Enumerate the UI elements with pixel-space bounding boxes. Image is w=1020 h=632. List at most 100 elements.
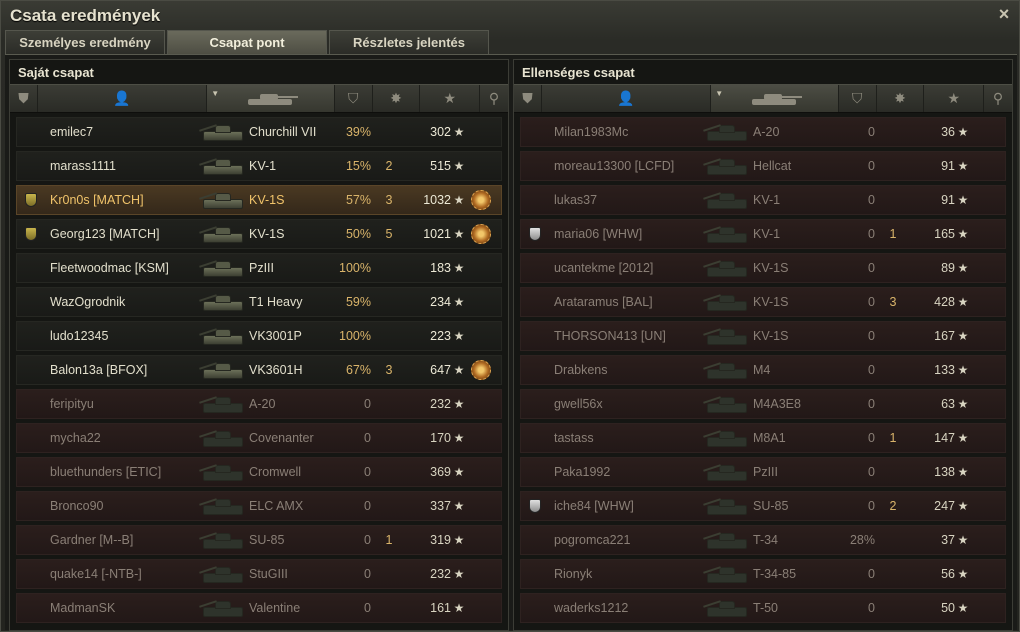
star-icon: ★ (957, 295, 969, 309)
team-panels: Saját csapat ⛊ 👤 ▼ ⛉ ✸ ★ ⚲ emilec7 Church… (5, 54, 1017, 631)
survival-value: 0 (364, 533, 371, 547)
player-row[interactable]: Balon13a [BFOX] VK3601H 67% 3 647 ★ (16, 355, 502, 385)
tank-name: KV-1 (753, 193, 781, 207)
xp-value: 56 (941, 567, 955, 581)
player-row[interactable]: Kr0n0s [MATCH] KV-1S 57% 3 1032 ★ (16, 185, 502, 215)
survival-column-header[interactable]: ⛉ (839, 85, 877, 112)
player-row[interactable]: ludo12345 VK3001P 100% 223 ★ (16, 321, 502, 351)
tank-name: VK3001P (249, 329, 302, 343)
player-row[interactable]: MadmanSK Valentine 0 161 ★ (16, 593, 502, 623)
player-row[interactable]: maria06 [WHW] KV-1 0 1 165 ★ (520, 219, 1006, 249)
player-row[interactable]: feripityu A-20 0 232 ★ (16, 389, 502, 419)
player-row[interactable]: Arataramus [BAL] KV-1S 0 3 428 ★ (520, 287, 1006, 317)
player-row[interactable]: bluethunders [ETIC] Cromwell 0 369 ★ (16, 457, 502, 487)
player-row[interactable]: tastass M8A1 0 1 147 ★ (520, 423, 1006, 453)
tank-image (697, 491, 751, 521)
player-column-header[interactable]: 👤 (38, 85, 208, 112)
survival-value: 0 (868, 601, 875, 615)
xp-value: 1032 (423, 193, 451, 207)
survival-value: 0 (868, 295, 875, 309)
medal-award-icon[interactable] (471, 224, 491, 244)
player-row[interactable]: Fleetwoodmac [KSM] PzIII 100% 183 ★ (16, 253, 502, 283)
player-row[interactable]: gwell56x M4A3E8 0 63 ★ (520, 389, 1006, 419)
medal-award-icon[interactable] (471, 190, 491, 210)
star-icon: ★ (957, 363, 969, 377)
player-row[interactable]: WazOgrodnik T1 Heavy 59% 234 ★ (16, 287, 502, 317)
player-row[interactable]: moreau13300 [LCFD] Hellcat 0 91 ★ (520, 151, 1006, 181)
player-row[interactable]: ucantekme [2012] KV-1S 0 89 ★ (520, 253, 1006, 283)
xp-column-header[interactable]: ★ (420, 85, 481, 112)
star-icon: ★ (453, 261, 465, 275)
player-row[interactable]: Gardner [M--B] SU-85 0 1 319 ★ (16, 525, 502, 555)
xp-value: 337 (430, 499, 451, 513)
player-name: Paka1992 (554, 465, 611, 479)
tank-icon (199, 565, 247, 585)
star-icon: ★ (453, 397, 465, 411)
medal-column-header[interactable]: ⛊ (10, 85, 38, 112)
player-row[interactable]: mycha22 Covenanter 0 170 ★ (16, 423, 502, 453)
player-row[interactable]: Bronco90 ELC AMX 0 337 ★ (16, 491, 502, 521)
star-icon: ★ (957, 397, 969, 411)
survival-value: 0 (868, 431, 875, 445)
player-name: Arataramus [BAL] (554, 295, 653, 309)
player-row[interactable]: quake14 [-NTB-] StuGIII 0 232 ★ (16, 559, 502, 589)
player-row[interactable]: Milan1983Mc A-20 0 36 ★ (520, 117, 1006, 147)
tank-column-header[interactable]: ▼ (711, 85, 839, 112)
player-name: Kr0n0s [MATCH] (50, 193, 144, 207)
tank-icon (199, 463, 247, 483)
player-row[interactable]: marass1111 KV-1 15% 2 515 ★ (16, 151, 502, 181)
star-icon: ★ (957, 533, 969, 547)
player-row[interactable]: waderks1212 T-50 0 50 ★ (520, 593, 1006, 623)
tab-team-score[interactable]: Csapat pont (167, 30, 327, 54)
tank-name: ELC AMX (249, 499, 304, 513)
player-row[interactable]: iche84 [WHW] SU-85 0 2 247 ★ (520, 491, 1006, 521)
tab-personal-result[interactable]: Személyes eredmény (5, 30, 165, 54)
tank-image (697, 389, 751, 419)
survival-value: 15% (345, 159, 371, 173)
xp-value: 89 (941, 261, 955, 275)
player-name: tastass (554, 431, 594, 445)
tank-icon (199, 531, 247, 551)
medal-award-icon[interactable] (471, 360, 491, 380)
tab-bar: Személyes eredmény Csapat pont Részletes… (5, 30, 491, 54)
kills-column-header[interactable]: ✸ (373, 85, 421, 112)
xp-column-header[interactable]: ★ (924, 85, 985, 112)
player-row[interactable]: Paka1992 PzIII 0 138 ★ (520, 457, 1006, 487)
tank-icon (199, 225, 247, 245)
close-icon[interactable]: × (995, 5, 1013, 23)
star-icon: ★ (453, 499, 465, 513)
survival-value: 59% (345, 295, 371, 309)
player-row[interactable]: Drabkens M4 0 133 ★ (520, 355, 1006, 385)
platoon-shield-icon (25, 227, 37, 241)
tab-detailed-report[interactable]: Részletes jelentés (329, 30, 489, 54)
survival-value: 0 (364, 499, 371, 513)
tank-image (193, 253, 247, 283)
tank-image (697, 559, 751, 589)
medal-column-header[interactable]: ⛊ (514, 85, 542, 112)
xp-value: 37 (941, 533, 955, 547)
player-row[interactable]: Rionyk T-34-85 0 56 ★ (520, 559, 1006, 589)
tank-image (193, 491, 247, 521)
tank-icon (703, 225, 751, 245)
player-row[interactable]: lukas37 KV-1 0 91 ★ (520, 185, 1006, 215)
kills-value: 1 (385, 533, 393, 547)
player-name: Georg123 [MATCH] (50, 227, 160, 241)
tank-icon (703, 191, 751, 211)
award-column-header[interactable]: ⚲ (480, 85, 508, 112)
survival-column-header[interactable]: ⛉ (335, 85, 373, 112)
tank-image (697, 117, 751, 147)
kills-column-header[interactable]: ✸ (877, 85, 925, 112)
player-row[interactable]: emilec7 Churchill VII 39% 302 ★ (16, 117, 502, 147)
player-column-header[interactable]: 👤 (542, 85, 712, 112)
player-row[interactable]: pogromca221 T-34 28% 37 ★ (520, 525, 1006, 555)
award-column-header[interactable]: ⚲ (984, 85, 1012, 112)
tank-image (697, 423, 751, 453)
tank-column-header[interactable]: ▼ (207, 85, 335, 112)
xp-value: 647 (430, 363, 451, 377)
tank-icon (703, 463, 751, 483)
player-name: mycha22 (50, 431, 101, 445)
player-row[interactable]: Georg123 [MATCH] KV-1S 50% 5 1021 ★ (16, 219, 502, 249)
player-row[interactable]: THORSON413 [UN] KV-1S 0 167 ★ (520, 321, 1006, 351)
tank-name: Hellcat (753, 159, 792, 173)
xp-header-icon: ★ (947, 90, 960, 106)
